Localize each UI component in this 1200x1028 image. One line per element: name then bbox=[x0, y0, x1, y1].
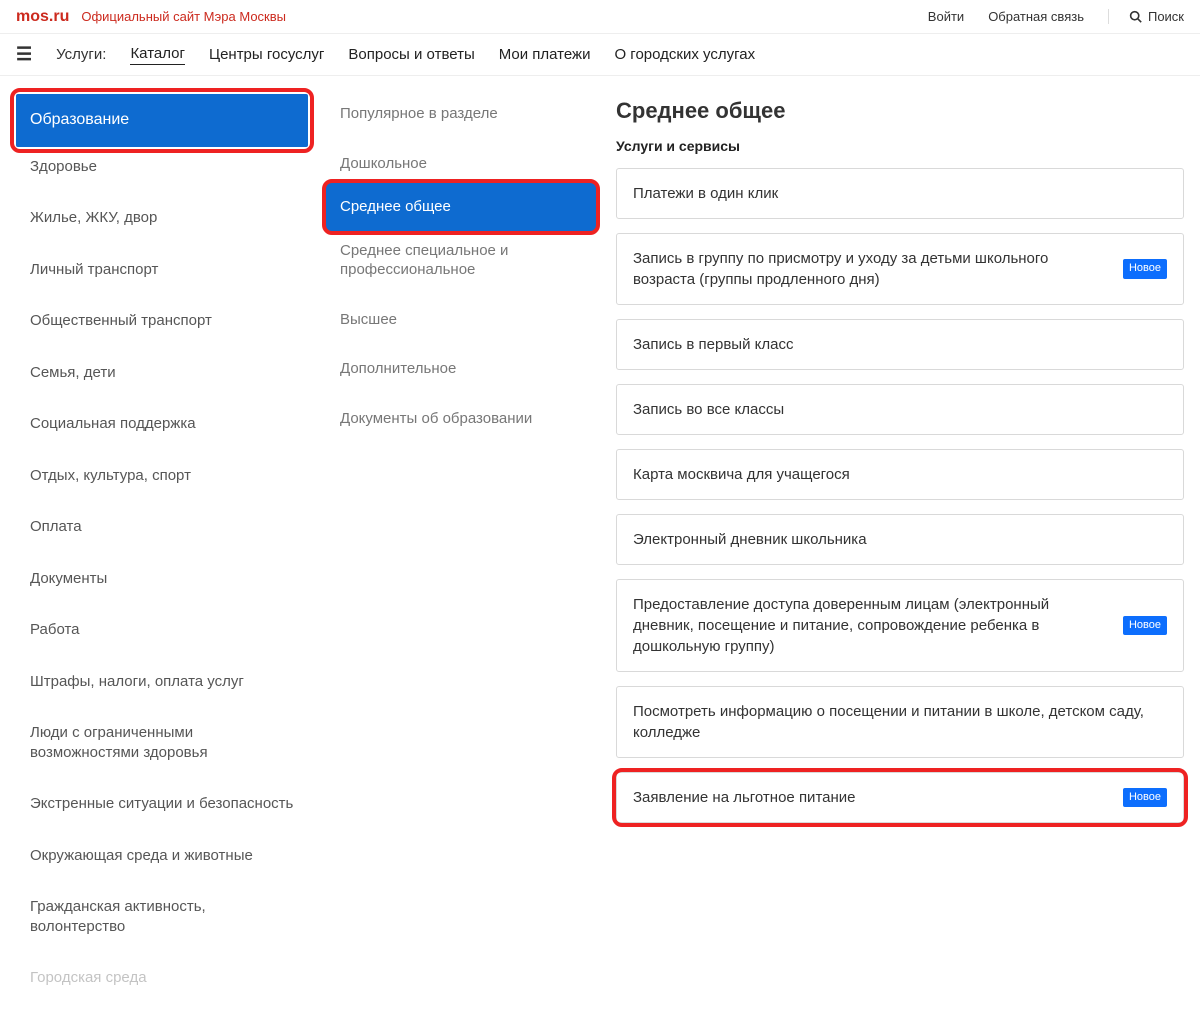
sub-preschool[interactable]: Дошкольное bbox=[326, 144, 596, 184]
cat-housing[interactable]: Жилье, ЖКУ, двор bbox=[16, 198, 308, 238]
content: Образование Здоровье Жилье, ЖКУ, двор Ли… bbox=[0, 76, 1200, 1028]
navbar: ☰ Услуги: Каталог Центры госуслуг Вопрос… bbox=[0, 34, 1200, 76]
search-button[interactable]: Поиск bbox=[1108, 9, 1184, 24]
sub-secondary-general[interactable]: Среднее общее bbox=[326, 183, 596, 231]
cat-emergency[interactable]: Экстренные ситуации и безопасность bbox=[16, 784, 308, 824]
service-label: Электронный дневник школьника bbox=[633, 529, 1167, 550]
cat-personal-transport[interactable]: Личный транспорт bbox=[16, 250, 308, 290]
cat-leisure[interactable]: Отдых, культура, спорт bbox=[16, 456, 308, 496]
section-title: Среднее общее bbox=[616, 98, 1184, 124]
new-badge: Новое bbox=[1123, 616, 1167, 635]
sub-popular[interactable]: Популярное в разделе bbox=[326, 94, 596, 134]
service-afterschool[interactable]: Запись в группу по присмотру и уходу за … bbox=[616, 233, 1184, 305]
service-label: Заявление на льготное питание bbox=[633, 787, 1111, 808]
cat-payment[interactable]: Оплата bbox=[16, 507, 308, 547]
service-subsidized-meals[interactable]: Заявление на льготное питание Новое bbox=[616, 772, 1184, 823]
service-label: Предоставление доступа доверенным лицам … bbox=[633, 594, 1111, 657]
slogan: Официальный сайт Мэра Москвы bbox=[81, 9, 286, 24]
search-icon bbox=[1129, 10, 1142, 23]
category-list: Образование Здоровье Жилье, ЖКУ, двор Ли… bbox=[16, 94, 316, 998]
sub-secondary-special[interactable]: Среднее специальное и профессиональное bbox=[326, 231, 596, 290]
services-panel: Среднее общее Услуги и сервисы Платежи в… bbox=[606, 94, 1184, 998]
cat-documents[interactable]: Документы bbox=[16, 559, 308, 599]
feedback-link[interactable]: Обратная связь bbox=[988, 9, 1084, 24]
nav-centers[interactable]: Центры госуслуг bbox=[209, 46, 324, 63]
login-link[interactable]: Войти bbox=[928, 9, 964, 24]
brand: mos.ru Официальный сайт Мэра Москвы bbox=[16, 8, 286, 26]
service-all-grades[interactable]: Запись во все классы bbox=[616, 384, 1184, 435]
sub-higher[interactable]: Высшее bbox=[326, 300, 596, 340]
nav-title: Услуги: bbox=[56, 46, 106, 63]
service-label: Посмотреть информацию о посещении и пита… bbox=[633, 701, 1167, 743]
cat-public-transport[interactable]: Общественный транспорт bbox=[16, 301, 308, 341]
search-label: Поиск bbox=[1148, 9, 1184, 24]
section-subtitle: Услуги и сервисы bbox=[616, 138, 1184, 154]
new-badge: Новое bbox=[1123, 788, 1167, 807]
sub-additional[interactable]: Дополнительное bbox=[326, 349, 596, 389]
service-student-card[interactable]: Карта москвича для учащегося bbox=[616, 449, 1184, 500]
service-label: Запись в первый класс bbox=[633, 334, 1167, 355]
service-ediary[interactable]: Электронный дневник школьника bbox=[616, 514, 1184, 565]
cat-fines[interactable]: Штрафы, налоги, оплата услуг bbox=[16, 662, 308, 702]
sub-edu-docs[interactable]: Документы об образовании bbox=[326, 399, 596, 439]
cat-social[interactable]: Социальная поддержка bbox=[16, 404, 308, 444]
service-payments[interactable]: Платежи в один клик bbox=[616, 168, 1184, 219]
subcategory-list: Популярное в разделе Дошкольное Среднее … bbox=[316, 94, 606, 998]
cat-environment[interactable]: Окружающая среда и животные bbox=[16, 836, 308, 876]
logo[interactable]: mos.ru bbox=[16, 8, 69, 26]
cat-urban[interactable]: Городская среда bbox=[16, 958, 308, 998]
nav-catalog[interactable]: Каталог bbox=[130, 45, 185, 65]
service-label: Запись во все классы bbox=[633, 399, 1167, 420]
cat-education[interactable]: Образование bbox=[16, 94, 308, 147]
cat-family[interactable]: Семья, дети bbox=[16, 353, 308, 393]
cat-work[interactable]: Работа bbox=[16, 610, 308, 650]
service-trusted-access[interactable]: Предоставление доступа доверенным лицам … bbox=[616, 579, 1184, 672]
service-label: Карта москвича для учащегося bbox=[633, 464, 1167, 485]
cat-health[interactable]: Здоровье bbox=[16, 147, 308, 187]
nav-payments[interactable]: Мои платежи bbox=[499, 46, 591, 63]
service-label: Платежи в один клик bbox=[633, 183, 1167, 204]
service-label: Запись в группу по присмотру и уходу за … bbox=[633, 248, 1111, 290]
service-attendance-info[interactable]: Посмотреть информацию о посещении и пита… bbox=[616, 686, 1184, 758]
service-first-grade[interactable]: Запись в первый класс bbox=[616, 319, 1184, 370]
cat-civic[interactable]: Гражданская активность, волонтерство bbox=[16, 887, 308, 946]
menu-icon[interactable]: ☰ bbox=[16, 44, 32, 65]
nav-about[interactable]: О городских услугах bbox=[614, 46, 755, 63]
nav-faq[interactable]: Вопросы и ответы bbox=[348, 46, 474, 63]
new-badge: Новое bbox=[1123, 259, 1167, 278]
cat-disability[interactable]: Люди с ограниченными возможностями здоро… bbox=[16, 713, 308, 772]
topbar: mos.ru Официальный сайт Мэра Москвы Войт… bbox=[0, 0, 1200, 34]
